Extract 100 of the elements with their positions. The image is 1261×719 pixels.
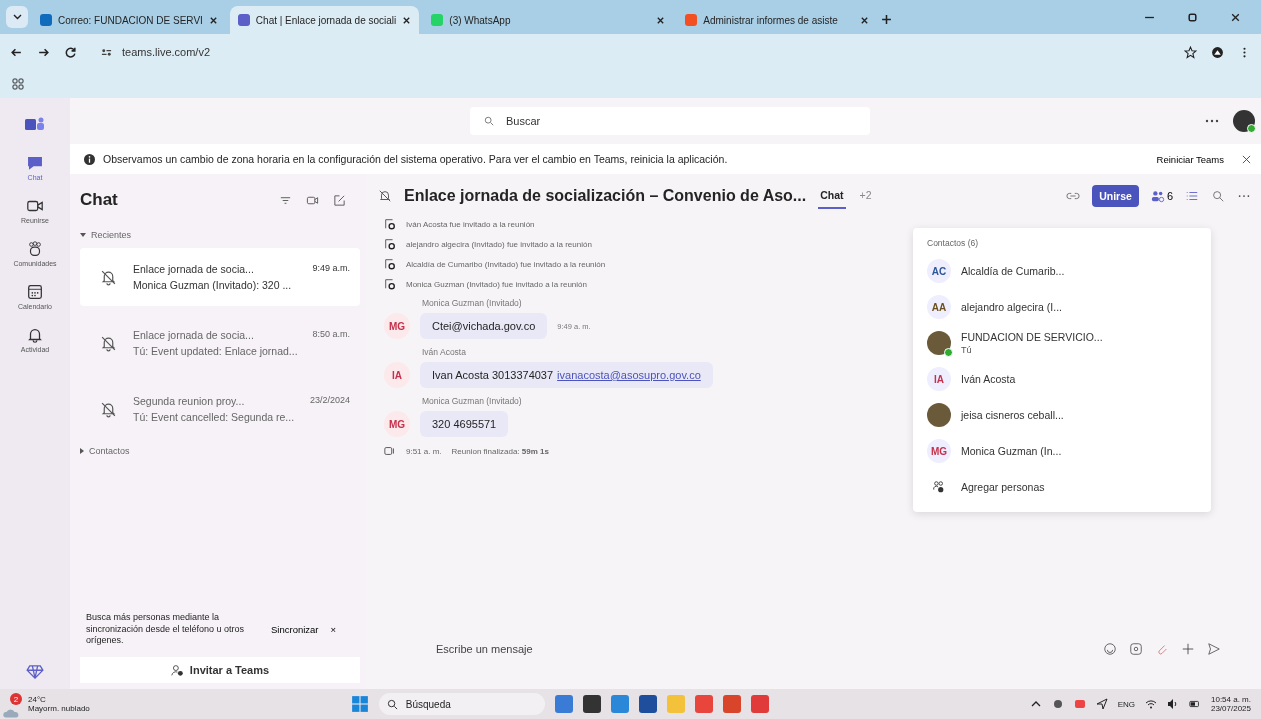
initials-avatar: AA xyxy=(927,295,951,319)
close-button[interactable]: × xyxy=(328,621,339,637)
more-icon[interactable] xyxy=(1205,119,1219,123)
section-header[interactable]: Contactos xyxy=(80,442,130,460)
chat-title-text: Enlace jornada de socia... xyxy=(133,329,254,341)
message-bubble: Ivan Acosta 3013374037 ivanacosta@asosupro.gov.co xyxy=(420,362,713,388)
initials-avatar: IA xyxy=(384,362,410,388)
sender-name: Monica Guzman (Invitado) xyxy=(422,396,522,406)
caret-icon xyxy=(12,14,22,20)
close-icon[interactable] xyxy=(1230,12,1241,23)
chat-item[interactable]: Enlace jornada de socia... 8:50 a.m. Tú: Event updated: Enlace jornad... xyxy=(80,314,360,372)
browser-tab[interactable]: (3) WhatsApp xyxy=(423,6,674,34)
chat-item[interactable]: Enlace jornada de socia... 9:49 a.m. Monica Guzman (Invitado): 320 ... xyxy=(80,248,360,306)
system-message: Iván Acosta fue invitado a la reunión xyxy=(406,219,535,229)
chat-preview: Monica Guzman (Invitado): 320 ... xyxy=(133,279,293,291)
profile-icon[interactable] xyxy=(1211,45,1224,59)
search-field[interactable]: Buscar xyxy=(470,107,870,135)
restore-icon[interactable] xyxy=(1187,12,1198,23)
browser-tab[interactable]: Correo: FUNDACION DE SERVI xyxy=(32,6,226,34)
weather-description: Mayorm. nublado xyxy=(28,704,90,713)
notification-badge: 2 xyxy=(10,693,22,705)
chat-preview: Tú: Event updated: Enlace jornad... xyxy=(133,345,299,357)
sender-name: Iván Acosta xyxy=(422,347,466,357)
chat-preview: Tú: Event cancelled: Segunda re... xyxy=(133,411,296,423)
initials-avatar: MG xyxy=(927,439,951,463)
initials-avatar: MG xyxy=(384,411,410,437)
email-link[interactable]: ivanacosta@asosupro.gov.co xyxy=(557,369,701,381)
invite-button[interactable]: Invitar a Teams xyxy=(80,657,360,683)
star-icon[interactable] xyxy=(1184,45,1197,59)
close-icon[interactable] xyxy=(402,15,412,25)
language-indicator[interactable]: ENG xyxy=(1117,699,1135,709)
section-header[interactable]: Recientes xyxy=(80,226,132,244)
system-message: Alcaldía de Cumaribo (Invitado) fue invitado a la reunión xyxy=(406,259,606,269)
close-icon[interactable] xyxy=(208,15,218,25)
new-tab-icon[interactable] xyxy=(881,14,893,25)
participants-button[interactable]: 6 xyxy=(1150,189,1173,203)
clock-time: 10:54 a. m. xyxy=(1211,695,1251,704)
contact-item[interactable]: FUNDACION DE SERVICIO... Tú xyxy=(927,328,1197,358)
emoji-icon[interactable] xyxy=(1103,642,1117,656)
search-icon xyxy=(484,116,494,126)
restart-teams-button[interactable]: Reiniciar Teams xyxy=(1146,153,1234,165)
conversation-tab[interactable]: Chat xyxy=(818,183,846,209)
site-icon xyxy=(237,14,250,26)
browser-tab[interactable]: Chat | Enlace jornada de sociali xyxy=(229,6,420,34)
calendar-add-icon xyxy=(384,218,396,230)
video-camera-icon xyxy=(384,445,396,457)
info-icon xyxy=(84,153,95,165)
sync-button[interactable]: Sincronizar xyxy=(269,621,321,637)
clock-date: 23/07/2025 xyxy=(1210,704,1251,713)
taskbar-search-field[interactable]: Búsqueda xyxy=(378,693,545,715)
app-icon[interactable] xyxy=(582,695,601,713)
contact-item[interactable]: AC Alcaldía de Cumarib... xyxy=(927,256,1197,286)
app-icon[interactable] xyxy=(638,695,657,713)
banner-text: Observamos un cambio de zona horaria en la configuración del sistema operativo. Para ver el cambio en Teams, reinicia la aplicación. xyxy=(103,153,728,165)
speaker-icon[interactable] xyxy=(1166,698,1179,710)
browser-tab[interactable]: Administrar informes de asiste xyxy=(677,6,878,34)
chat-time: 23/2/2024 xyxy=(309,395,350,407)
cloud-icon xyxy=(2,707,20,719)
compose-icon[interactable] xyxy=(333,193,346,207)
add-people-icon xyxy=(932,480,946,494)
close-icon[interactable] xyxy=(1242,154,1251,164)
conversation-title: Enlace jornada de socialización – Convenio de Aso... xyxy=(404,187,807,205)
calendar-add-icon xyxy=(384,278,396,290)
site-settings-icon[interactable] xyxy=(101,46,112,58)
muted-bell-icon xyxy=(100,400,117,418)
chat-item[interactable]: Segunda reunion proy... 23/2/2024 Tú: Event cancelled: Segunda re... xyxy=(80,380,360,438)
message-field[interactable]: Escribe un mensaje xyxy=(434,642,1091,656)
contact-item[interactable]: AA alejandro algecira (I... xyxy=(927,292,1197,322)
send-icon[interactable] xyxy=(1207,642,1221,656)
chat-time: 8:50 a.m. xyxy=(312,329,350,341)
paperclip-icon[interactable] xyxy=(1155,642,1169,656)
add-people-item[interactable]: Agregar personas xyxy=(927,472,1197,502)
join-button[interactable]: Unirse xyxy=(1092,185,1139,207)
site-icon xyxy=(40,14,52,26)
sticker-icon[interactable] xyxy=(1129,642,1143,656)
search-icon[interactable] xyxy=(1211,189,1225,203)
contact-item[interactable]: IA Iván Acosta xyxy=(927,364,1197,394)
muted-bell-icon xyxy=(100,268,117,286)
wifi-icon[interactable] xyxy=(1144,698,1157,710)
battery-icon[interactable] xyxy=(1188,698,1201,710)
gem-icon[interactable] xyxy=(26,665,44,679)
windows-logo-icon[interactable] xyxy=(350,695,369,713)
muted-bell-icon xyxy=(378,189,392,203)
apps-grid-icon[interactable] xyxy=(12,78,24,90)
system-message: alejandro algecira (Invitado) fue invitado a la reunión xyxy=(406,239,592,249)
reload-icon[interactable] xyxy=(64,45,77,59)
teams-logo-icon[interactable] xyxy=(25,116,45,132)
close-icon[interactable] xyxy=(860,15,870,25)
close-icon[interactable] xyxy=(656,15,666,25)
list-icon[interactable] xyxy=(1185,189,1199,203)
chat-time: 9:49 a.m. xyxy=(312,263,350,275)
tab-list-button[interactable] xyxy=(6,6,28,28)
location-icon[interactable] xyxy=(1095,698,1108,710)
profile-avatar[interactable] xyxy=(1233,110,1255,132)
calendar-add-icon xyxy=(384,258,396,270)
contact-item[interactable]: MG Monica Guzman (In... xyxy=(927,436,1197,466)
chat-title: Chat xyxy=(80,190,118,210)
sender-name: Monica Guzman (Invitado) xyxy=(422,298,522,308)
muted-bell-icon xyxy=(100,334,117,352)
contact-item[interactable]: jeisa cisneros ceball... xyxy=(927,400,1197,430)
